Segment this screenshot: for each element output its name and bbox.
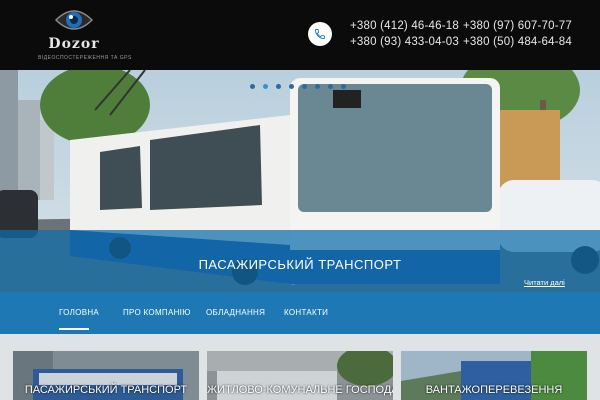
nav-active-indicator (59, 328, 89, 330)
card-freight[interactable]: ВАНТАЖОПЕРЕВЕЗЕННЯ (401, 351, 587, 400)
hero-slider[interactable]: ПАСАЖИРСЬКИЙ ТРАНСПОРТ Читати далі (0, 70, 600, 292)
hero-title: ПАСАЖИРСЬКИЙ ТРАНСПОРТ (198, 257, 402, 272)
brand-name: Dozor (48, 36, 100, 52)
slider-dot[interactable] (341, 84, 346, 89)
phone-icon[interactable] (308, 22, 332, 46)
phone-number[interactable]: +380 (412) 46-46-18 (350, 20, 459, 32)
site-logo[interactable]: Dozor ВІДЕОСПОСТЕРЕЖЕННЯ ТА GPS (38, 6, 132, 64)
site-header: Dozor ВІДЕОСПОСТЕРЕЖЕННЯ ТА GPS +380 (41… (0, 0, 600, 70)
slider-dots (250, 84, 346, 89)
card-caption: ПАСАЖИРСЬКИЙ ТРАНСПОРТ (24, 384, 188, 396)
slider-dot[interactable] (315, 84, 320, 89)
phone-number[interactable]: +380 (97) 607-70-77 (463, 20, 572, 32)
slider-dot[interactable] (289, 84, 294, 89)
slider-dot[interactable] (328, 84, 333, 89)
slider-dot[interactable] (302, 84, 307, 89)
slider-dot-active[interactable] (263, 84, 268, 89)
read-more-link[interactable]: Читати далі (524, 278, 565, 287)
nav-item-home[interactable]: ГОЛОВНА (59, 308, 99, 317)
nav-item-contacts[interactable]: КОНТАКТИ (284, 308, 328, 317)
card-housing-utilities[interactable]: ЖИТЛОВО-КОМУНАЛЬНЕ ГОСПОДАРСТВО (207, 351, 393, 400)
card-passenger-transport[interactable]: ПАСАЖИРСЬКИЙ ТРАНСПОРТ (13, 351, 199, 400)
eye-logo-icon (54, 10, 94, 30)
brand-tagline: ВІДЕОСПОСТЕРЕЖЕННЯ ТА GPS (38, 55, 132, 61)
slider-dot[interactable] (276, 84, 281, 89)
card-caption: ЖИТЛОВО-КОМУНАЛЬНЕ ГОСПОДАРСТВО (207, 384, 393, 396)
slider-dot[interactable] (250, 84, 255, 89)
phone-glyph (315, 29, 325, 39)
category-cards: ПАСАЖИРСЬКИЙ ТРАНСПОРТ ЖИТЛОВО-КОМУНАЛЬН… (0, 334, 600, 400)
phone-number[interactable]: +380 (93) 433-04-03 (350, 36, 459, 48)
phone-number[interactable]: +380 (50) 484-64-84 (463, 36, 572, 48)
nav-item-about[interactable]: ПРО КОМПАНІЮ (123, 308, 191, 317)
main-nav: ГОЛОВНА ПРО КОМПАНІЮ ОБЛАДНАННЯ КОНТАКТИ (0, 292, 600, 334)
card-caption: ВАНТАЖОПЕРЕВЕЗЕННЯ (425, 384, 563, 396)
nav-item-equipment[interactable]: ОБЛАДНАННЯ (206, 308, 265, 317)
